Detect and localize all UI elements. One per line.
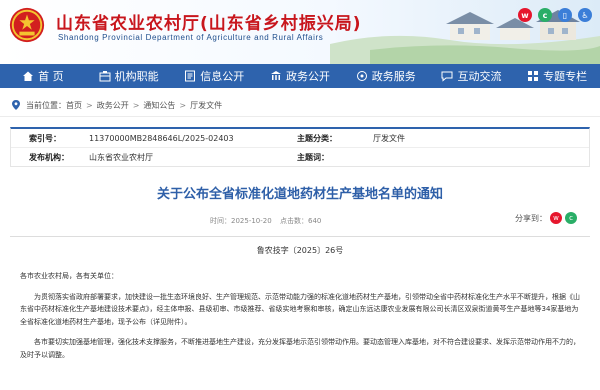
nav-info[interactable]: 信息公开 bbox=[171, 64, 257, 88]
document-info-row: 时间：2025-10-20 点击数：640 分享到： w c bbox=[0, 210, 600, 230]
divider bbox=[10, 236, 590, 237]
nav-service[interactable]: 政务服务 bbox=[343, 64, 429, 88]
nav-home[interactable]: 首 页 bbox=[0, 64, 86, 88]
weibo-share-icon[interactable]: w bbox=[550, 212, 562, 224]
site-title[interactable]: 山东省农业农村厅(山东省乡村振兴局) bbox=[56, 9, 362, 34]
view-count: 点击数：640 bbox=[280, 217, 322, 225]
document-body: 各市农业农村局，各有关单位： 为贯彻落实省政府部署要求，加快建设一批生态环境良好… bbox=[20, 270, 580, 361]
breadcrumb-prefix: 当前位置： bbox=[26, 100, 66, 110]
site-header: 山东省农业农村厅(山东省乡村振兴局) Shandong Provincial D… bbox=[0, 0, 600, 64]
home-icon bbox=[23, 71, 34, 81]
nav-label: 政务公开 bbox=[286, 70, 331, 83]
index-value: 11370000MB2848646L/2025-02403 bbox=[89, 133, 234, 143]
share-label: 分享到： bbox=[515, 213, 547, 223]
breadcrumb-separator: > bbox=[132, 100, 140, 110]
category-value: 厅发文件 bbox=[373, 133, 405, 143]
document-number: 鲁农技字〔2025〕26号 bbox=[256, 246, 344, 255]
wechat-icon[interactable]: c bbox=[538, 8, 552, 22]
government-icon bbox=[271, 71, 282, 80]
nav-label: 机构职能 bbox=[114, 70, 159, 83]
breadcrumb-dept-docs[interactable]: 厅发文件 bbox=[190, 100, 222, 111]
nav-label: 信息公开 bbox=[200, 70, 245, 83]
accessibility-icon[interactable]: ♿ bbox=[578, 8, 592, 22]
topic-label: 主题词： bbox=[297, 152, 329, 162]
meta-row: 索引号： 11370000MB2848646L/2025-02403 主题分类：… bbox=[11, 129, 589, 148]
service-icon bbox=[356, 71, 367, 81]
document-title: 关于公布全省标准化道地药材生产基地名单的通知 bbox=[156, 187, 443, 202]
category-label: 主题分类： bbox=[297, 133, 337, 143]
location-pin-icon bbox=[12, 100, 20, 110]
document-meta-table: 索引号： 11370000MB2848646L/2025-02403 主题分类：… bbox=[10, 127, 590, 167]
main-nav: 首 页 机构职能 信息公开 政务公开 政务服务 互动交流 专题专栏 bbox=[0, 64, 600, 88]
wechat-share-icon[interactable]: c bbox=[565, 212, 577, 224]
nav-label: 首 页 bbox=[38, 70, 64, 83]
breadcrumb: 当前位置： 首页 > 政务公开 > 通知公告 > 厅发文件 bbox=[0, 94, 600, 117]
nav-label: 政务服务 bbox=[371, 70, 416, 83]
meta-row: 发布机构： 山东省农业农村厅 主题词： bbox=[11, 148, 589, 166]
topic-icon bbox=[528, 71, 539, 81]
nav-label: 专题专栏 bbox=[543, 70, 588, 83]
breadcrumb-notices[interactable]: 通知公告 bbox=[143, 100, 175, 111]
institution-icon bbox=[99, 71, 111, 82]
breadcrumb-separator: > bbox=[86, 100, 93, 110]
weibo-icon[interactable]: w bbox=[518, 8, 532, 22]
publish-date: 时间：2025-10-20 bbox=[210, 217, 272, 225]
national-emblem-icon bbox=[9, 7, 45, 43]
breadcrumb-separator: > bbox=[179, 100, 187, 110]
publisher-label: 发布机构： bbox=[29, 152, 69, 162]
mobile-icon[interactable]: ▯ bbox=[558, 8, 572, 22]
salutation: 各市农业农村局，各有关单位： bbox=[20, 272, 118, 280]
nav-interaction[interactable]: 互动交流 bbox=[429, 64, 515, 88]
social-links: w c ▯ ♿ bbox=[518, 8, 592, 22]
site-subtitle: Shandong Provincial Department of Agricu… bbox=[58, 33, 324, 42]
body-paragraph: 各市要切实加强基地管理，强化技术支撑服务，不断推进基地生产建设，充分发挥基地示范… bbox=[20, 338, 580, 359]
share-bar: 分享到： w c bbox=[515, 212, 577, 224]
nav-label: 互动交流 bbox=[457, 70, 502, 83]
nav-topic[interactable]: 专题专栏 bbox=[514, 64, 600, 88]
publisher-value: 山东省农业农村厅 bbox=[89, 152, 153, 162]
nav-institution[interactable]: 机构职能 bbox=[86, 64, 172, 88]
nav-government[interactable]: 政务公开 bbox=[257, 64, 343, 88]
info-icon bbox=[185, 70, 196, 82]
interaction-icon bbox=[441, 71, 453, 82]
breadcrumb-gov-affairs[interactable]: 政务公开 bbox=[97, 100, 129, 111]
body-paragraph: 为贯彻落实省政府部署要求，加快建设一批生态环境良好、生产管理规范、示范带动能力强… bbox=[20, 292, 580, 326]
index-label: 索引号： bbox=[29, 133, 61, 143]
breadcrumb-home[interactable]: 首页 bbox=[66, 100, 82, 111]
